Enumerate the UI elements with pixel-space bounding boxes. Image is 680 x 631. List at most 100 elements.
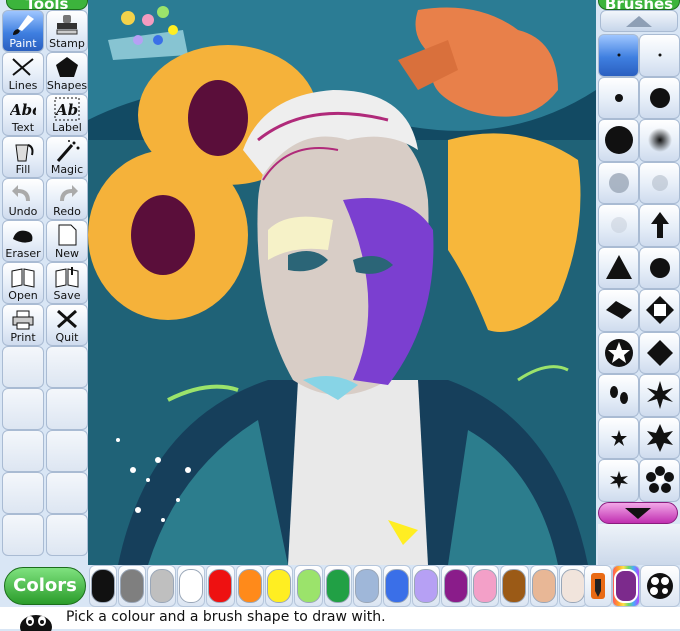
color-mixer-button[interactable]: [640, 565, 680, 607]
tool-print-button[interactable]: Print: [2, 304, 44, 346]
tool-label: Shapes: [46, 79, 88, 92]
brushes-panel-footer: [598, 524, 680, 565]
brush-star-8-button[interactable]: [639, 374, 680, 417]
color-picker-button[interactable]: [584, 565, 612, 607]
brush-flower-icon: [645, 466, 674, 494]
color-swatch[interactable]: [529, 565, 558, 607]
color-swatch-dot: [120, 569, 145, 603]
brush-triangle-button[interactable]: [598, 246, 639, 289]
empty-tool-slot: [2, 514, 44, 556]
brush-diamond-icon: [646, 339, 673, 366]
brushes-scroll-up-button[interactable]: [600, 10, 678, 32]
tool-new-button[interactable]: New: [46, 220, 88, 262]
rainbow-color-button[interactable]: [612, 565, 640, 607]
color-swatch[interactable]: [176, 565, 206, 607]
tool-label: Label: [52, 121, 82, 134]
brush-medium-dot-icon: [649, 87, 670, 108]
color-swatch[interactable]: [500, 565, 529, 607]
brush-soft-gray-dot-2-button[interactable]: [639, 161, 680, 204]
brush-tiny-dot-button[interactable]: [598, 34, 639, 77]
tool-save-button[interactable]: Save: [46, 262, 88, 304]
brushes-scroll-down-button[interactable]: [598, 502, 678, 524]
eraser-icon: [13, 230, 33, 243]
tool-eraser-button[interactable]: Eraser: [2, 220, 44, 262]
tool-fill-button[interactable]: Fill: [2, 136, 44, 178]
color-swatch-dot: [296, 569, 321, 603]
tool-stamp-button[interactable]: Stamp: [46, 10, 88, 52]
tool-paint-button[interactable]: Paint: [2, 10, 44, 52]
brush-tiny-dot-button[interactable]: [639, 34, 680, 77]
brush-arrow-up-button[interactable]: [639, 204, 680, 247]
brush-fuzzy-dot-button[interactable]: [639, 119, 680, 162]
tool-label: Save: [53, 289, 81, 302]
color-swatch[interactable]: [470, 565, 500, 607]
tool-shapes-button[interactable]: Shapes: [46, 52, 88, 94]
tool-open-button[interactable]: Open: [2, 262, 44, 304]
empty-tool-slot: [2, 388, 44, 430]
empty-tool-slot: [46, 514, 88, 556]
tool-lines-button[interactable]: Lines: [2, 52, 44, 94]
color-swatch[interactable]: [353, 565, 382, 607]
empty-tool-slot: [46, 388, 88, 430]
color-swatch[interactable]: [382, 565, 411, 607]
color-swatch[interactable]: [323, 565, 353, 607]
color-swatch[interactable]: [117, 565, 147, 607]
brush-medium-dot-button[interactable]: [639, 76, 680, 119]
tool-label: Print: [10, 331, 36, 344]
color-swatch[interactable]: [294, 565, 323, 607]
brush-large-dot-icon: [604, 126, 633, 155]
brush-medium-dot-icon: [649, 257, 670, 278]
tools-panel-title: Tools: [6, 0, 88, 10]
brushes-panel: [598, 34, 680, 502]
colors-button[interactable]: Colors: [4, 567, 86, 605]
brush-star-outline-circle-button[interactable]: [598, 331, 639, 374]
color-swatch-dot: [355, 569, 380, 603]
color-swatch[interactable]: [88, 565, 117, 607]
brush-fuzzy-dot-icon: [647, 128, 672, 153]
tool-magic-button[interactable]: Magic: [46, 136, 88, 178]
brush-small-dot-button[interactable]: [598, 76, 639, 119]
brush-flower-button[interactable]: [639, 459, 680, 502]
arrow-up-icon: [626, 16, 652, 27]
tool-label: Undo: [8, 205, 38, 218]
tool-label-button[interactable]: Ab Label: [46, 94, 88, 136]
brush-medium-dot-button[interactable]: [639, 246, 680, 289]
brush-soft-gray-dot-icon: [608, 172, 629, 193]
brush-star-6-button[interactable]: [639, 416, 680, 459]
svg-text:Ab: Ab: [54, 101, 78, 119]
color-swatch[interactable]: [411, 565, 441, 607]
color-swatch[interactable]: [147, 565, 176, 607]
brush-star-6-icon: [646, 423, 673, 452]
color-swatch-dot: [267, 569, 292, 603]
brush-soft-gray-faint-button[interactable]: [598, 204, 639, 247]
color-swatch-dot: [384, 569, 409, 603]
color-swatch[interactable]: [264, 565, 294, 607]
brush-footprints-icon: [609, 386, 628, 405]
brush-large-dot-button[interactable]: [598, 119, 639, 162]
color-swatch[interactable]: [441, 565, 470, 607]
brush-small-dot-icon: [614, 93, 623, 102]
brush-diamond-button[interactable]: [639, 331, 680, 374]
eyedropper-icon: [591, 573, 605, 599]
tool-label: Redo: [53, 205, 81, 218]
brush-triangle-icon: [605, 254, 632, 279]
brush-footprints-button[interactable]: [598, 374, 639, 417]
brush-square-outline-button[interactable]: [639, 289, 680, 332]
brush-small-star-6-button[interactable]: [598, 459, 639, 502]
tool-quit-button[interactable]: Quit: [46, 304, 88, 346]
brush-small-star-button[interactable]: [598, 416, 639, 459]
color-swatch[interactable]: [206, 565, 235, 607]
brush-soft-gray-dot-button[interactable]: [598, 161, 639, 204]
brush-soft-gray-faint-icon: [610, 217, 627, 234]
tool-text-button[interactable]: Abc Text: [2, 94, 44, 136]
print-icon: [12, 310, 34, 330]
redo-icon: [60, 185, 78, 201]
tool-redo-button[interactable]: Redo: [46, 178, 88, 220]
drawing-canvas[interactable]: [88, 0, 596, 565]
brush-tiny-dot-icon: [617, 53, 620, 57]
tool-undo-button[interactable]: Undo: [2, 178, 44, 220]
color-swatch-dot: [414, 569, 439, 603]
brush-diamond-flat-button[interactable]: [598, 289, 639, 332]
color-swatch[interactable]: [235, 565, 264, 607]
tool-label: Fill: [15, 163, 31, 176]
